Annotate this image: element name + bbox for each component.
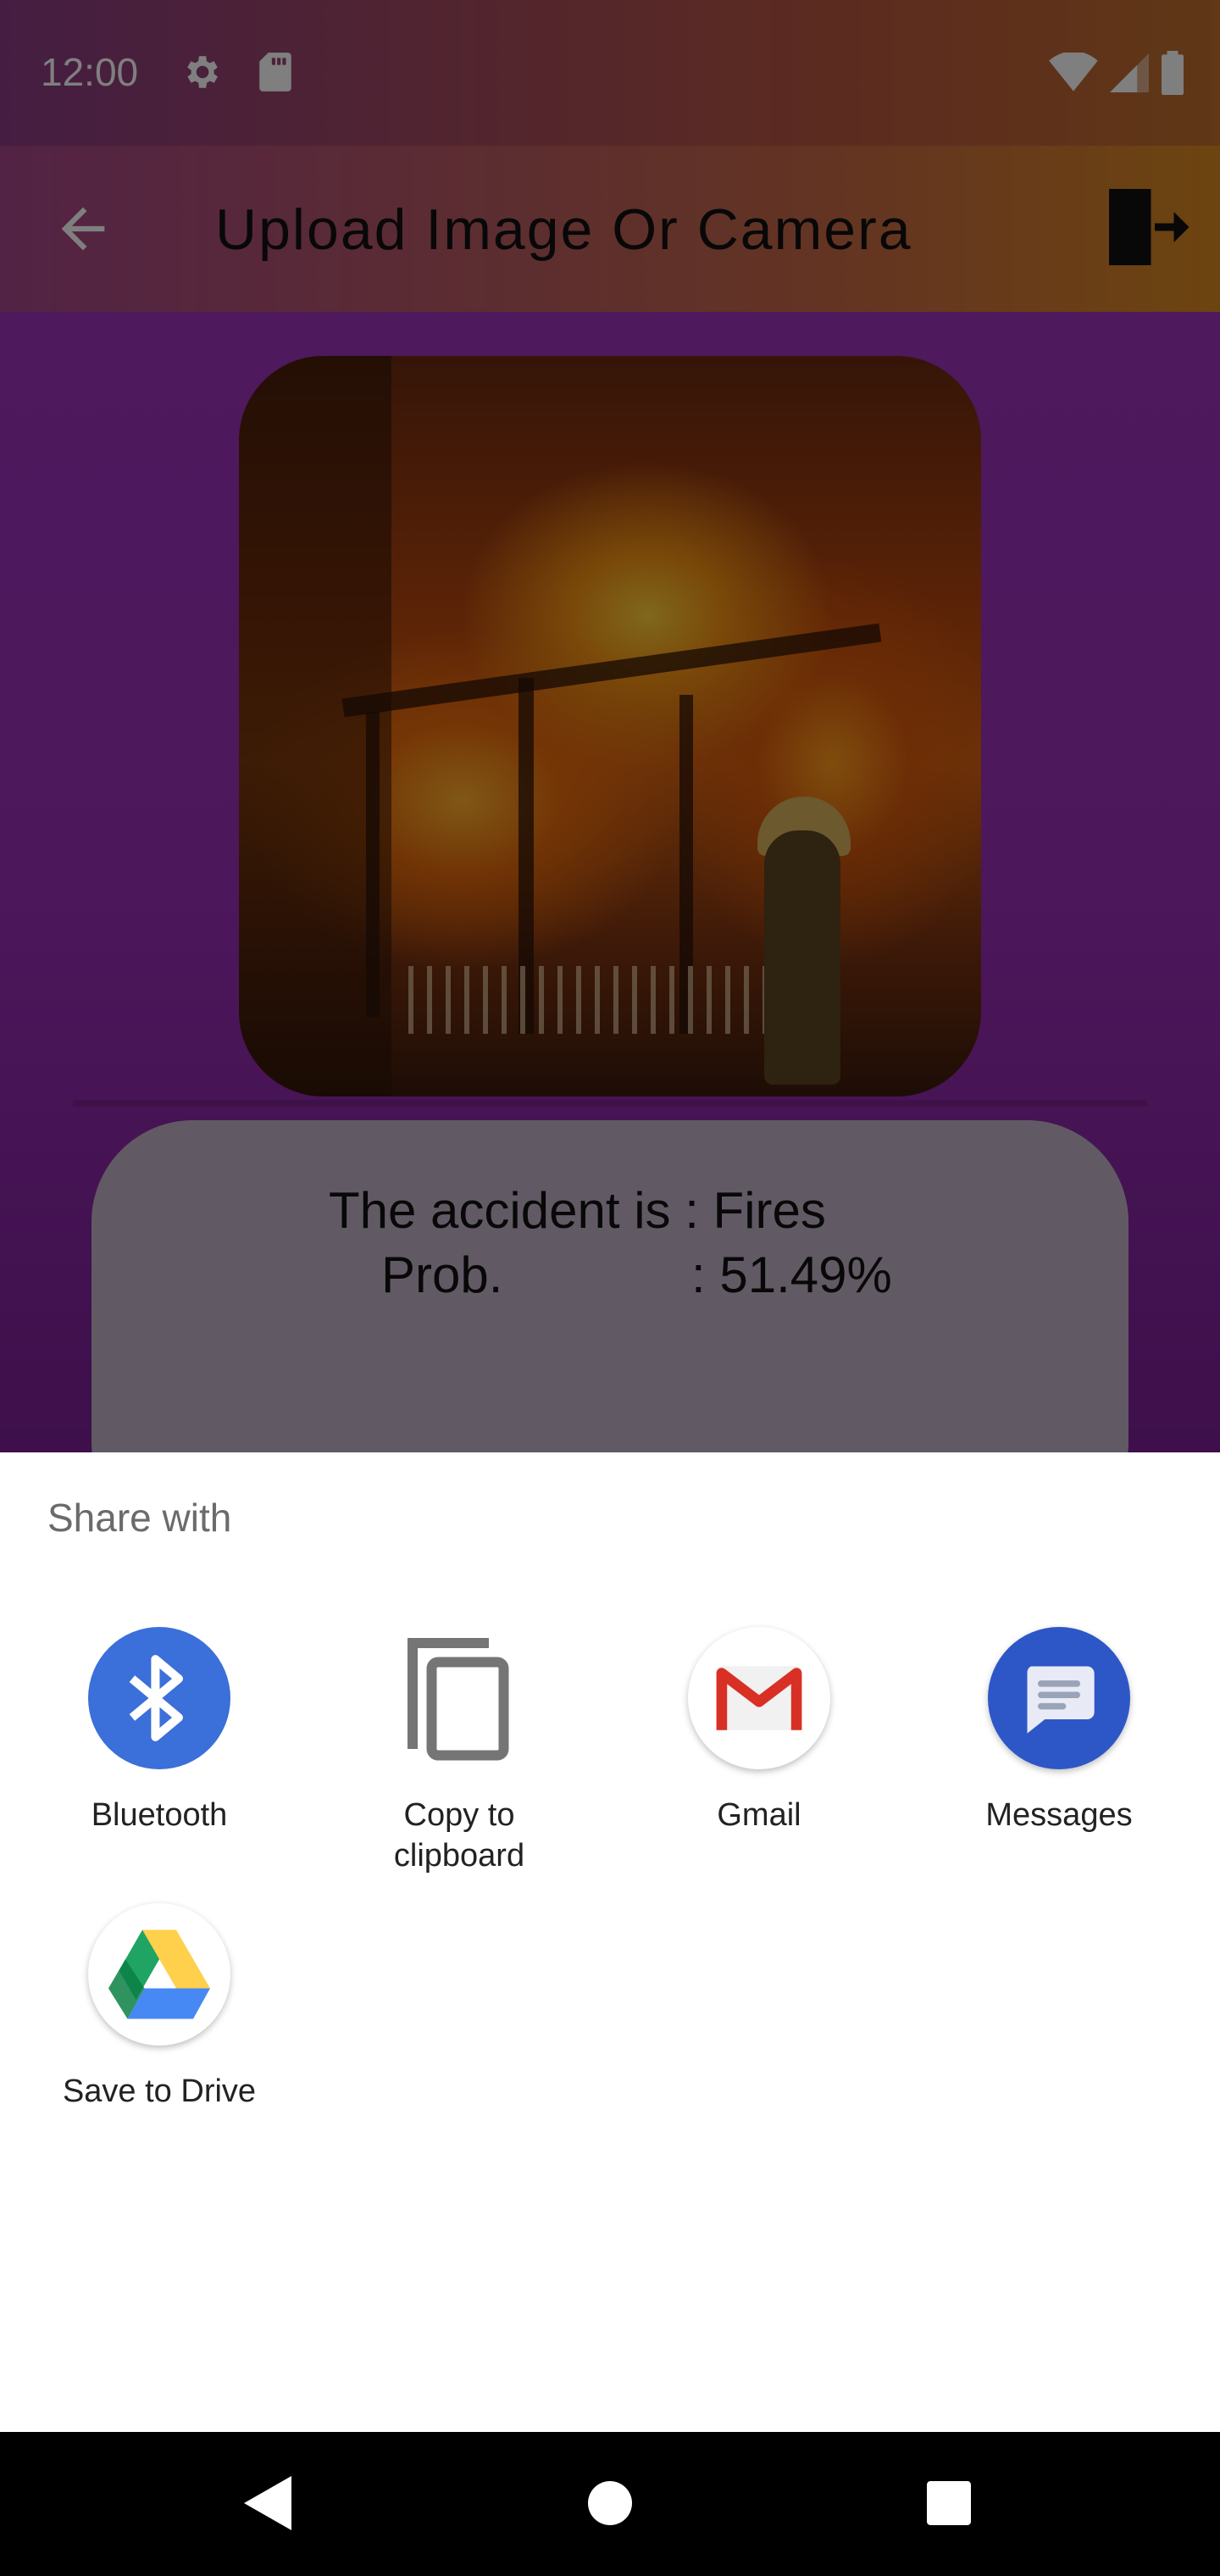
google-drive-icon xyxy=(88,1903,230,2046)
back-triangle-icon[interactable] xyxy=(244,2476,291,2530)
share-sheet-title: Share with xyxy=(47,1496,232,1540)
home-circle-icon[interactable] xyxy=(588,2481,632,2525)
gmail-icon xyxy=(688,1627,830,1769)
share-sheet: Share with Bluetooth Copy to clipboard G… xyxy=(0,1452,1220,2432)
copy-icon xyxy=(388,1627,530,1769)
share-target-label: Messages xyxy=(985,1797,1133,1833)
recents-square-icon[interactable] xyxy=(927,2481,971,2525)
system-nav-bar xyxy=(0,2432,1220,2576)
share-target-copy-clipboard[interactable]: Copy to clipboard xyxy=(307,1627,612,1876)
share-target-save-to-drive[interactable]: Save to Drive xyxy=(7,1903,312,2112)
share-target-messages[interactable]: Messages xyxy=(907,1627,1212,1835)
share-target-bluetooth[interactable]: Bluetooth xyxy=(7,1627,312,1835)
share-target-label: Bluetooth xyxy=(91,1797,228,1833)
dim-scrim[interactable] xyxy=(0,0,1220,1452)
share-target-label: Gmail xyxy=(717,1797,801,1833)
bluetooth-icon xyxy=(88,1627,230,1769)
share-target-label: Save to Drive xyxy=(62,2074,257,2109)
share-target-label: Copy to clipboard xyxy=(393,1797,525,1874)
messages-icon xyxy=(988,1627,1130,1769)
share-target-gmail[interactable]: Gmail xyxy=(607,1627,912,1835)
